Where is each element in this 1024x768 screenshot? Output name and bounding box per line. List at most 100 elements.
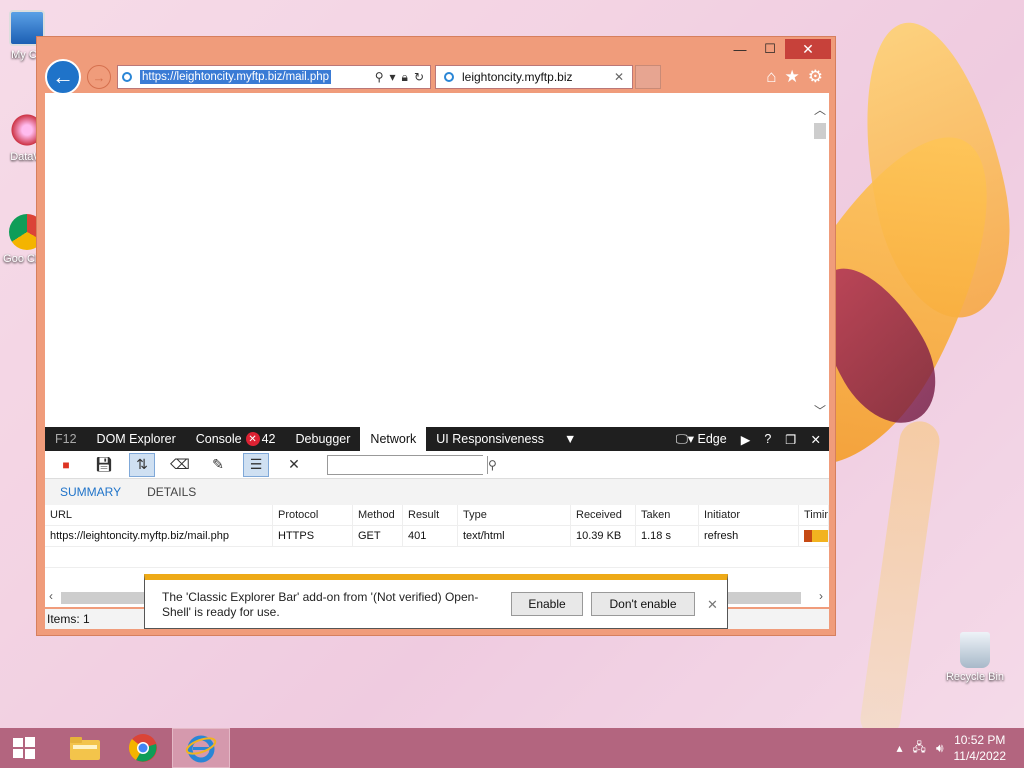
undock-icon[interactable]: ❐ (785, 432, 796, 447)
tab-title: leightoncity.myftp.biz (462, 70, 573, 84)
refresh-from-server-icon: ⇅ (136, 456, 148, 472)
chevron-left-icon[interactable]: ‹ (49, 589, 53, 603)
clock[interactable]: 10:52 PM 11/4/2022 (954, 732, 1007, 764)
clear-button[interactable]: ✕ (281, 453, 307, 477)
refresh-icon[interactable]: ↻ (414, 70, 424, 85)
forward-button[interactable]: → (87, 65, 111, 89)
devtools-close-icon[interactable]: ✕ (811, 432, 821, 447)
arrow-right-icon: → (92, 69, 106, 85)
home-icon[interactable]: ⌂ (766, 67, 776, 87)
addon-notification-bar: The 'Classic Explorer Bar' add-on from '… (144, 574, 728, 629)
tab-console-label: Console (195, 432, 242, 446)
items-count: Items: 1 (47, 612, 90, 626)
column-header-url[interactable]: URL (45, 505, 273, 525)
minimize-button[interactable]: — (725, 39, 755, 59)
wallpaper-stem (857, 418, 943, 742)
column-header-initiator[interactable]: Initiator (699, 505, 799, 525)
column-header-type[interactable]: Type (458, 505, 571, 525)
chevron-down-icon[interactable]: ﹀ (814, 402, 826, 419)
browser-toolbar-right: ⌂ ★ ⚙ (766, 67, 823, 87)
tab-dom-explorer[interactable]: DOM Explorer (87, 427, 186, 451)
lock-icon[interactable]: 🔒︎ (402, 70, 408, 85)
arrow-left-icon: ← (52, 64, 74, 89)
always-refresh-button[interactable]: ⇅ (129, 452, 155, 477)
column-header-result[interactable]: Result (403, 505, 458, 525)
network-search: ⚲ (327, 454, 497, 475)
favorites-star-icon[interactable]: ★ (785, 67, 800, 87)
more-tabs-icon[interactable]: ▼ (554, 427, 586, 451)
tab-ui-responsiveness[interactable]: UI Responsiveness (426, 427, 554, 451)
search-icon[interactable]: ⚲ (487, 455, 497, 474)
tab-summary[interactable]: SUMMARY (60, 485, 121, 499)
column-header-method[interactable]: Method (353, 505, 403, 525)
devtools-tabbar: F12 DOM Explorer Console ✕ 42 Debugger N… (45, 427, 829, 451)
close-icon[interactable]: ✕ (707, 597, 718, 613)
recycle-bin-icon (960, 632, 990, 668)
network-icon[interactable]: 🖧︎ (913, 738, 926, 759)
cell-timing-bar (799, 526, 829, 546)
column-header-timings[interactable]: Timin (799, 505, 829, 525)
dropdown-icon[interactable]: ▾ (390, 70, 396, 85)
dont-enable-button[interactable]: Don't enable (591, 592, 695, 616)
scrollbar-thumb[interactable] (814, 123, 826, 139)
notification-message: The 'Classic Explorer Bar' add-on from '… (162, 590, 479, 619)
cell-taken: 1.18 s (636, 526, 699, 546)
chevron-up-icon[interactable]: ︿ (814, 101, 826, 118)
maximize-button[interactable]: ☐ (755, 39, 785, 59)
timing-segment-response (812, 530, 828, 542)
cell-received: 10.39 KB (571, 526, 636, 546)
taskbar-file-explorer[interactable] (56, 728, 114, 768)
taskbar: ▴ 🖧︎ 🔊︎ 10:52 PM 11/4/2022 (0, 728, 1024, 768)
search-icon[interactable]: ⚲ (375, 70, 384, 85)
address-url[interactable]: https://leightoncity.myftp.biz/mail.php (140, 70, 332, 84)
tab-debugger[interactable]: Debugger (286, 427, 361, 451)
export-button[interactable]: 💾︎ (91, 453, 117, 477)
clock-time: 10:52 PM (954, 733, 1006, 747)
new-tab-button[interactable] (635, 65, 661, 89)
taskbar-internet-explorer[interactable] (172, 728, 230, 768)
tab-details[interactable]: DETAILS (147, 485, 196, 499)
chevron-right-icon[interactable]: › (819, 589, 823, 603)
tab-leightoncity[interactable]: leightoncity.myftp.biz ✕ (435, 65, 633, 89)
column-header-taken[interactable]: Taken (636, 505, 699, 525)
clear-on-navigate-button[interactable]: ☰ (243, 452, 269, 477)
close-button[interactable]: ✕ (785, 39, 831, 59)
console-toggle-icon[interactable]: ▶ (741, 432, 751, 447)
chevron-up-icon[interactable]: ▴ (897, 741, 903, 755)
table-row[interactable]: https://leightoncity.myftp.biz/mail.php … (45, 526, 829, 547)
volume-icon[interactable]: 🔊︎ (936, 741, 944, 756)
console-error-count: 42 (261, 432, 276, 446)
clear-cache-button[interactable]: ✎ (205, 453, 231, 477)
taskbar-chrome[interactable] (114, 728, 172, 768)
gear-icon[interactable]: ⚙ (808, 67, 823, 87)
broom-icon: ✎ (212, 456, 224, 472)
help-icon[interactable]: ? (764, 432, 771, 446)
timing-segment-request (804, 530, 812, 542)
column-header-received[interactable]: Received (571, 505, 636, 525)
network-search-input[interactable] (328, 455, 487, 474)
tab-console[interactable]: Console ✕ 42 (186, 427, 286, 451)
desktop-icon-label: Recycle Bin (945, 671, 1005, 683)
start-button[interactable] (0, 728, 48, 768)
column-header-protocol[interactable]: Protocol (273, 505, 353, 525)
clear-entries-button[interactable]: ⌫ (167, 453, 193, 477)
enable-button[interactable]: Enable (511, 592, 583, 616)
cell-initiator: refresh (699, 526, 799, 546)
vertical-scrollbar[interactable]: ︿ ﹀ (811, 93, 829, 427)
desktop-icon-recycle-bin[interactable]: Recycle Bin (940, 632, 1010, 683)
emulation-mode-button[interactable]: 🖵︎▾ Edge (676, 431, 727, 447)
address-bar[interactable]: https://leightoncity.myftp.biz/mail.php … (117, 65, 431, 89)
cell-method: GET (353, 526, 403, 546)
tab-network[interactable]: Network (360, 427, 427, 451)
back-button[interactable]: ← (45, 59, 81, 95)
folder-icon (70, 737, 100, 760)
network-toolbar: ■ 💾︎ ⇅ ⌫ ✎ ☰ ✕ ⚲ (45, 451, 829, 479)
cell-protocol: HTTPS (273, 526, 353, 546)
windows-logo-icon (13, 737, 35, 759)
page-icon (122, 72, 132, 82)
devtools-right-controls: 🖵︎▾ Edge ▶ ? ❐ ✕ (676, 431, 829, 447)
tab-close-icon[interactable]: ✕ (614, 70, 624, 84)
internet-explorer-icon (185, 735, 217, 763)
save-icon: 💾︎ (95, 456, 113, 472)
stop-recording-button[interactable]: ■ (53, 453, 79, 477)
